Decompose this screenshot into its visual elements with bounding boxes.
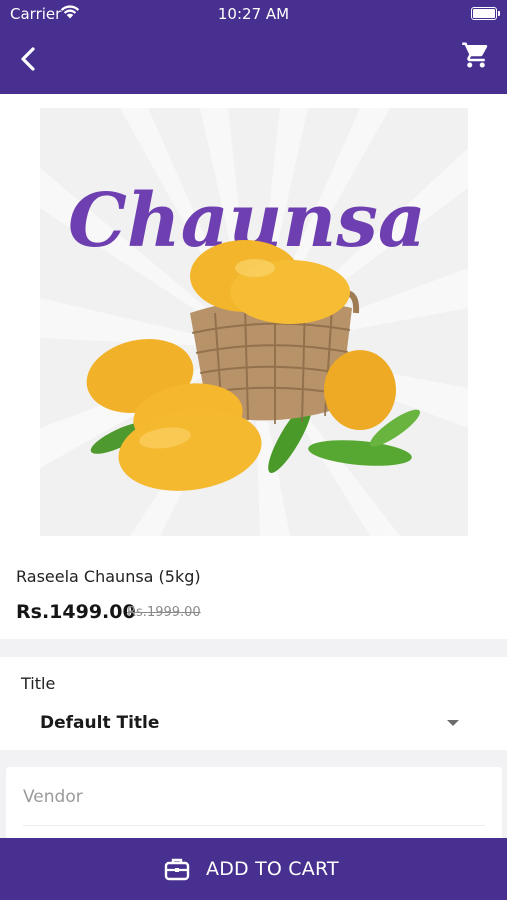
add-to-cart-label: ADD TO CART <box>206 858 339 880</box>
variant-selected-value: Default Title <box>40 713 160 733</box>
mango-illustration: Chaunsa <box>40 108 468 536</box>
product-old-price: Rs.1999.00 <box>127 605 201 620</box>
product-price: Rs.1499.00 <box>16 601 136 623</box>
dropdown-arrow-icon <box>447 720 459 726</box>
vendor-input[interactable] <box>6 767 502 827</box>
variant-dropdown[interactable]: Default Title <box>0 709 507 739</box>
product-image: Chaunsa <box>40 108 468 536</box>
app-bar: Carrier 10:27 AM <box>0 0 507 94</box>
briefcase-icon <box>164 858 190 881</box>
status-time: 10:27 AM <box>217 5 290 23</box>
add-to-cart-button[interactable]: ADD TO CART <box>0 838 507 900</box>
battery-icon <box>471 7 500 20</box>
product-card: Chaunsa Raseela Chaunsa (5kg) Rs.1499.00… <box>0 94 507 639</box>
status-bar: Carrier 10:27 AM <box>0 0 507 28</box>
cart-button[interactable] <box>461 40 491 70</box>
variant-card: Title Default Title <box>0 657 507 750</box>
chevron-left-icon <box>21 47 35 71</box>
product-name: Raseela Chaunsa (5kg) <box>16 567 201 586</box>
variant-label: Title <box>21 674 56 693</box>
vendor-divider <box>23 825 485 826</box>
back-button[interactable] <box>14 44 44 74</box>
cart-icon <box>462 42 488 68</box>
